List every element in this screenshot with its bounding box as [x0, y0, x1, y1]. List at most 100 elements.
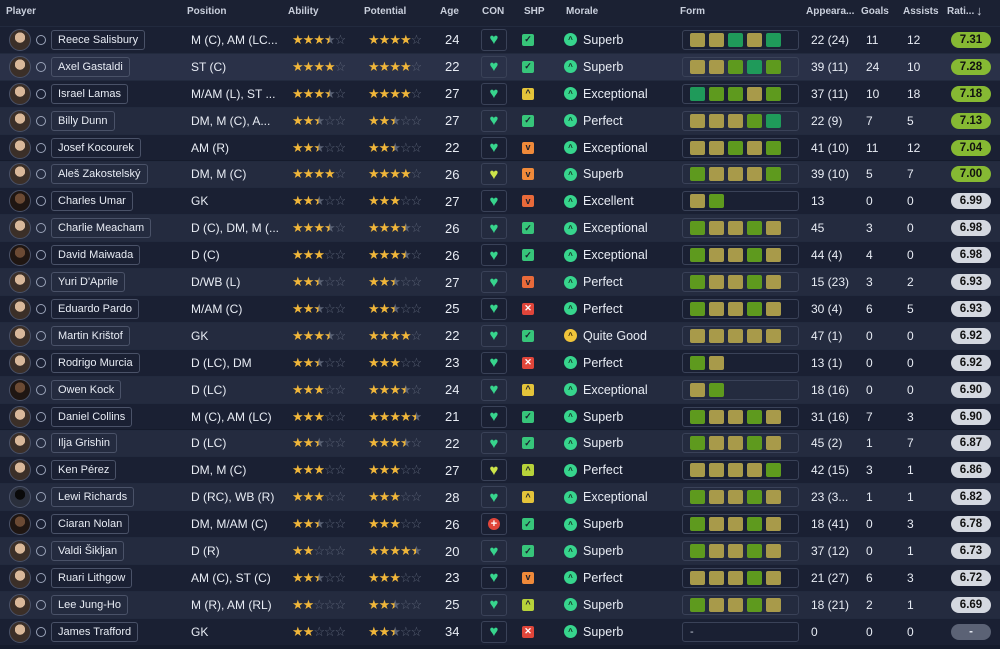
table-row[interactable]: Aleš Zakostelský DM, M (C) ★★★★☆ ★★★★☆ 26 ♥ v ^…: [0, 160, 1000, 188]
morale-label[interactable]: Superb: [583, 517, 623, 531]
morale-label[interactable]: Superb: [583, 598, 623, 612]
condition-indicator[interactable]: ♥: [481, 136, 507, 159]
form-indicator[interactable]: [682, 487, 799, 508]
table-row[interactable]: Martin Krištof GK ★★★★☆ ★★★★☆ 22 ♥ ✓ ^ Quite Goo…: [0, 321, 1000, 349]
form-indicator[interactable]: [682, 83, 799, 104]
table-row[interactable]: Billy Dunn DM, M (C), A... ★★★☆☆ ★★★☆☆ 27 ♥ ✓ ^…: [0, 106, 1000, 134]
person-icon[interactable]: [36, 330, 46, 341]
col-header-ability[interactable]: Ability: [288, 6, 319, 17]
form-indicator[interactable]: [682, 137, 799, 158]
player-name[interactable]: Eduardo Pardo: [51, 298, 139, 319]
form-indicator[interactable]: [682, 325, 799, 346]
sharpness-indicator[interactable]: v: [516, 164, 540, 184]
player-name[interactable]: Aleš Zakostelský: [51, 164, 148, 185]
player-name[interactable]: Martin Krištof: [51, 325, 130, 346]
table-row[interactable]: Ciaran Nolan DM, M/AM (C) ★★★☆☆ ★★★☆☆ 26 + ✓ ^ S…: [0, 510, 1000, 538]
table-row[interactable]: David Maiwada D (C) ★★★☆☆ ★★★★☆ 26 ♥ ✓ ^ Excepti…: [0, 241, 1000, 269]
person-icon[interactable]: [36, 277, 46, 288]
person-icon[interactable]: [36, 357, 46, 368]
person-icon[interactable]: [36, 492, 46, 503]
condition-indicator[interactable]: ♥: [481, 620, 507, 643]
morale-label[interactable]: Exceptional: [583, 141, 648, 155]
form-indicator[interactable]: [682, 298, 799, 319]
morale-label[interactable]: Exceptional: [583, 248, 648, 262]
sharpness-indicator[interactable]: ✓: [516, 326, 540, 346]
person-icon[interactable]: [36, 61, 46, 72]
form-indicator[interactable]: [682, 594, 799, 615]
table-row[interactable]: Axel Gastaldi ST (C) ★★★★☆ ★★★★☆ 22 ♥ ✓ ^ Superb…: [0, 52, 1000, 80]
person-icon[interactable]: [36, 115, 46, 126]
table-row[interactable]: Charles Umar GK ★★★☆☆ ★★★☆☆ 27 ♥ v ^ Excellent 13…: [0, 187, 1000, 215]
condition-indicator[interactable]: ♥: [481, 405, 507, 428]
col-header-rating[interactable]: Rati...: [947, 6, 974, 17]
sharpness-indicator[interactable]: ✓: [516, 407, 540, 427]
player-name[interactable]: Yuri D'Aprile: [51, 272, 126, 293]
player-name[interactable]: Billy Dunn: [51, 110, 115, 131]
condition-indicator[interactable]: ♥: [481, 28, 507, 51]
col-header-goals[interactable]: Goals: [861, 6, 889, 17]
person-icon[interactable]: [36, 438, 46, 449]
player-name[interactable]: Valdi Šikljan: [51, 541, 125, 562]
arrow-down-icon[interactable]: ↓: [976, 3, 983, 18]
sharpness-indicator[interactable]: v: [516, 191, 540, 211]
morale-label[interactable]: Perfect: [583, 571, 623, 585]
sharpness-indicator[interactable]: ✕: [516, 622, 540, 642]
col-header-player[interactable]: Player: [6, 6, 36, 17]
sharpness-indicator[interactable]: ✓: [516, 218, 540, 238]
table-row[interactable]: Valdi Šikljan D (R) ★★☆☆☆ ★★★★★ 20 ♥ ✓ ^ Superb 3…: [0, 537, 1000, 564]
form-indicator[interactable]: [682, 433, 799, 454]
person-icon[interactable]: [36, 546, 46, 557]
morale-label[interactable]: Excellent: [583, 194, 634, 208]
sharpness-indicator[interactable]: ✓: [516, 433, 540, 453]
col-header-age[interactable]: Age: [440, 6, 459, 17]
player-name[interactable]: Ruari Lithgow: [51, 567, 133, 588]
col-header-con[interactable]: CON: [482, 6, 504, 17]
morale-label[interactable]: Exceptional: [583, 221, 648, 235]
player-name[interactable]: James Trafford: [51, 621, 139, 642]
person-icon[interactable]: [36, 599, 46, 610]
sharpness-indicator[interactable]: ✓: [516, 57, 540, 77]
form-indicator[interactable]: [682, 110, 799, 131]
condition-indicator[interactable]: ♥: [481, 540, 507, 563]
morale-label[interactable]: Perfect: [583, 302, 623, 316]
form-indicator[interactable]: [682, 164, 799, 185]
player-name[interactable]: Charles Umar: [51, 191, 133, 212]
col-header-potential[interactable]: Potential: [364, 6, 406, 17]
form-indicator[interactable]: [682, 406, 799, 427]
condition-indicator[interactable]: ♥: [481, 217, 507, 240]
table-row[interactable]: Eduardo Pardo M/AM (C) ★★★☆☆ ★★★☆☆ 25 ♥ ✕ ^ Perf…: [0, 295, 1000, 322]
form-indicator[interactable]: [682, 460, 799, 481]
person-icon[interactable]: [36, 34, 46, 45]
person-icon[interactable]: [36, 196, 46, 207]
condition-indicator[interactable]: ♥: [481, 324, 507, 347]
morale-label[interactable]: Perfect: [583, 275, 623, 289]
sharpness-indicator[interactable]: ^: [516, 460, 540, 480]
morale-label[interactable]: Quite Good: [583, 329, 647, 343]
person-icon[interactable]: [36, 169, 46, 180]
person-icon[interactable]: [36, 519, 46, 530]
morale-label[interactable]: Superb: [583, 436, 623, 450]
form-indicator[interactable]: [682, 56, 799, 77]
person-icon[interactable]: [36, 250, 46, 261]
col-header-assists[interactable]: Assists: [903, 6, 939, 17]
player-name[interactable]: Charlie Meacham: [51, 218, 151, 239]
player-name[interactable]: Rodrigo Murcia: [51, 352, 140, 373]
player-name[interactable]: Israel Lamas: [51, 83, 128, 104]
condition-indicator[interactable]: ♥: [481, 163, 507, 186]
morale-label[interactable]: Exceptional: [583, 490, 648, 504]
player-name[interactable]: Daniel Collins: [51, 406, 133, 427]
player-name[interactable]: Reece Salisbury: [51, 29, 146, 50]
morale-label[interactable]: Exceptional: [583, 87, 648, 101]
player-name[interactable]: Ciaran Nolan: [51, 514, 130, 535]
condition-indicator[interactable]: ♥: [481, 459, 507, 482]
condition-indicator[interactable]: ♥: [481, 486, 507, 509]
morale-label[interactable]: Superb: [583, 33, 623, 47]
table-row[interactable]: Josef Kocourek AM (R) ★★★☆☆ ★★★☆☆ 22 ♥ v ^ Excep…: [0, 133, 1000, 161]
sharpness-indicator[interactable]: ^: [516, 380, 540, 400]
table-row[interactable]: Daniel Collins M (C), AM (LC) ★★★☆☆ ★★★★★ 21…: [0, 402, 1000, 430]
table-row[interactable]: Ilja Grishin D (LC) ★★★☆☆ ★★★★☆ 22 ♥ ✓ ^ Superb 4…: [0, 429, 1000, 457]
sharpness-indicator[interactable]: ✓: [516, 245, 540, 265]
sharpness-indicator[interactable]: ✓: [516, 514, 540, 534]
person-icon[interactable]: [36, 626, 46, 637]
table-row[interactable]: Reece Salisbury M (C), AM (LC... ★★★★☆ ★★★★…: [0, 26, 1000, 53]
